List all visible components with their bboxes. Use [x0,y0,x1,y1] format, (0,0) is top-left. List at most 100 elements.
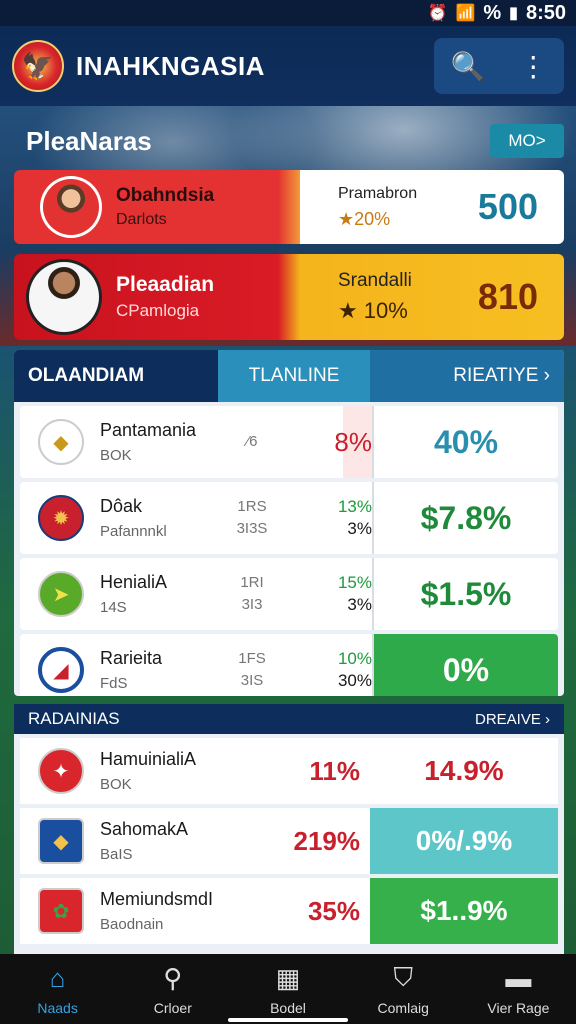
nav-model[interactable]: ▦ Bodel [230,954,345,1024]
wifi-icon: 📶 [455,5,476,22]
row-pct: 10% [337,649,372,668]
table-row[interactable]: ✹ Dôak Pafannnkl 1RS 3I3S 13% 3% $7.8% [20,482,558,554]
mid-label: Pramabron [337,184,418,202]
table-row[interactable]: ✦ HamuinialiA BOK 11% 14.9% [20,738,558,804]
team-crest-icon: ➤ [38,571,84,617]
team-name: Pantamania [100,420,197,440]
row-value: 0% [372,634,558,696]
row-value: $7.8% [372,482,558,554]
row-pct: 35% [307,895,360,926]
team-crest-icon: ✿ [38,888,84,934]
row-value: $1.5% [372,558,558,630]
table-row[interactable]: ✿ MemiundsmdI Baodnain 35% $1..9% [20,878,558,944]
table-row[interactable]: ◆ SahomakA BaIS 219% 0%/.9% [20,808,558,874]
mid-value: ★20% [337,208,391,229]
mid-label: Srandalli [337,270,412,291]
row-mid: 3IS [240,672,264,689]
home-icon: ⌂ [49,962,66,993]
alarm-icon: ⏰ [427,5,448,22]
player-name: Pleaadian [115,273,215,296]
team-crest-icon: ◆ [38,818,84,864]
featured-card[interactable]: Pleaadian CPamlogia Srandalli ★ 10% 810 [14,254,564,340]
team-sub: Baodnain [100,916,164,933]
team-sub: Pafannnkl [100,523,167,540]
row-pct: 3% [347,595,372,614]
more-button[interactable]: MO> [490,124,564,158]
row-pct: 3% [347,519,372,538]
ranking-table: OLAANDIAM TLANLINE RIEATIYE › ◆ Pantaman… [14,350,564,696]
featured-value: 810 [477,276,538,317]
table-row[interactable]: ◢ Rarieita FdS 1FS 3IS 10% 30% 0% [20,634,558,696]
search-icon[interactable]: 🔍 [451,50,486,83]
nav-campaign[interactable]: ⛉ Comlaig [346,954,461,1024]
row-mid: 1FS [238,650,266,667]
row-mid: 3I3 [241,596,263,613]
table-row[interactable]: ◆ Pantamania BOK ⁄6 8% 40% [20,406,558,478]
nav-profile[interactable]: ▬ Vier Rage [461,954,576,1024]
secondary-table: RADAINIAS DREAIVE › ✦ HamuinialiA BOK 11… [14,704,564,956]
table-row[interactable]: ➤ HenialiA 14S 1RI 3I3 15% 3% $1.5% [20,558,558,630]
status-time: 8:50 [525,1,566,24]
battery-icon: ▮ [509,5,518,22]
nav-label: Comlaig [377,1000,429,1016]
team-crest-icon: ✹ [38,495,84,541]
team-name: Dôak [100,496,143,516]
row-mid: 3I3S [236,520,268,537]
more-icon[interactable]: ⋮ [519,50,547,83]
bottom-nav: ⌂ Naads ⚲ Crloer ▦ Bodel ⛉ Comlaig ▬ Vie… [0,954,576,1024]
team-name: SahomakA [100,819,189,839]
grid-icon: ▦ [275,962,301,993]
team-crest-icon: ✦ [38,748,84,794]
team-name: HamuinialiA [100,749,197,769]
row-value: $1..9% [370,878,558,944]
home-indicator [228,1018,348,1022]
nav-label: Vier Rage [487,999,550,1016]
nav-label: Crloer [153,999,192,1016]
player-sub: Darlots [115,211,167,228]
team-name: HenialiA [100,572,168,592]
row-mid: 1RI [240,574,264,591]
app-header: 🦅 INAHKNGASIA 🔍 ⋮ [0,26,576,106]
nav-label: Naads [37,999,78,1016]
row-value: 40% [372,406,558,478]
shield-icon: ⛉ [393,962,413,992]
tab-timeline[interactable]: TLANLINE [218,350,370,402]
row-pct: 13% [337,497,372,516]
nav-label: Bodel [270,999,306,1016]
featured-card[interactable]: Obahndsia Darlots Pramabron ★20% 500 [14,170,564,244]
battery-label: % [483,1,502,24]
table2-link[interactable]: DREAIVE › [475,711,550,728]
player-avatar [26,259,102,335]
player-name: Obahndsia [115,185,215,206]
search-icon: ⚲ [163,962,183,993]
row-pct: 219% [293,825,361,856]
featured-value: 500 [477,186,538,227]
row-mid: 1RS [237,498,267,515]
row-value: 0%/.9% [370,808,558,874]
section-title: PleaNaras [26,126,152,156]
team-name: MemiundsmdI [100,889,214,909]
nav-home[interactable]: ⌂ Naads [0,954,115,1024]
app-title: INAHKNGASIA [76,50,265,81]
row-value: 14.9% [424,755,504,786]
row-mid: ⁄6 [246,433,258,450]
team-sub: FdS [100,675,128,692]
team-name: Rarieita [100,648,163,668]
app-logo: 🦅 [12,40,64,92]
header-actions: 🔍 ⋮ [434,38,564,94]
row-pct: 11% [309,755,360,786]
team-sub: BOK [100,447,132,464]
row-pct: 8% [334,427,372,457]
team-crest-icon: ◆ [38,419,84,465]
row-pct: 15% [337,573,372,592]
profile-icon: ▬ [505,962,532,993]
tab-relative[interactable]: RIEATIYE › [370,350,564,402]
team-sub: BOK [100,776,132,793]
tab-primary[interactable]: OLAANDIAM [14,350,218,402]
table2-title: RADAINIAS [28,709,120,728]
mid-value: ★ 10% [337,298,408,323]
team-sub: BaIS [100,846,133,863]
nav-search[interactable]: ⚲ Crloer [115,954,230,1024]
team-sub: 14S [100,599,127,616]
player-avatar [40,176,102,238]
